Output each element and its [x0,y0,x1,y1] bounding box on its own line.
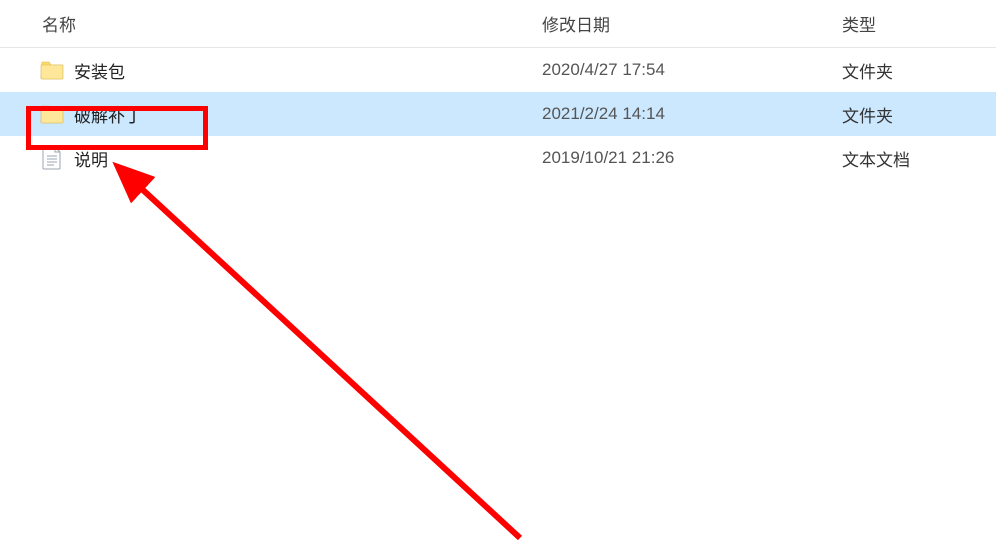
file-date: 2019/10/21 21:26 [542,148,842,168]
column-header-date[interactable]: 修改日期 [542,11,842,36]
file-type: 文本文档 [842,146,996,171]
file-type: 文件夹 [842,58,996,83]
sort-ascending-icon: ^ [268,0,274,6]
file-name: 安装包 [74,58,125,83]
folder-icon [40,102,64,126]
file-row[interactable]: 安装包 2020/4/27 17:54 文件夹 [0,48,996,92]
text-document-icon [40,146,64,170]
file-list: 安装包 2020/4/27 17:54 文件夹 破解补丁 2021/2/24 1… [0,48,996,180]
file-row[interactable]: 说明 2019/10/21 21:26 文本文档 [0,136,996,180]
column-header-name[interactable]: 名称 [42,11,542,36]
file-name: 说明 [74,146,108,171]
column-header-row: ^ 名称 修改日期 类型 [0,0,996,48]
file-date: 2021/2/24 14:14 [542,104,842,124]
file-row[interactable]: 破解补丁 2021/2/24 14:14 文件夹 [0,92,996,136]
file-date: 2020/4/27 17:54 [542,60,842,80]
file-type: 文件夹 [842,102,996,127]
file-name: 破解补丁 [74,102,142,127]
column-header-type[interactable]: 类型 [842,11,996,36]
folder-icon [40,58,64,82]
